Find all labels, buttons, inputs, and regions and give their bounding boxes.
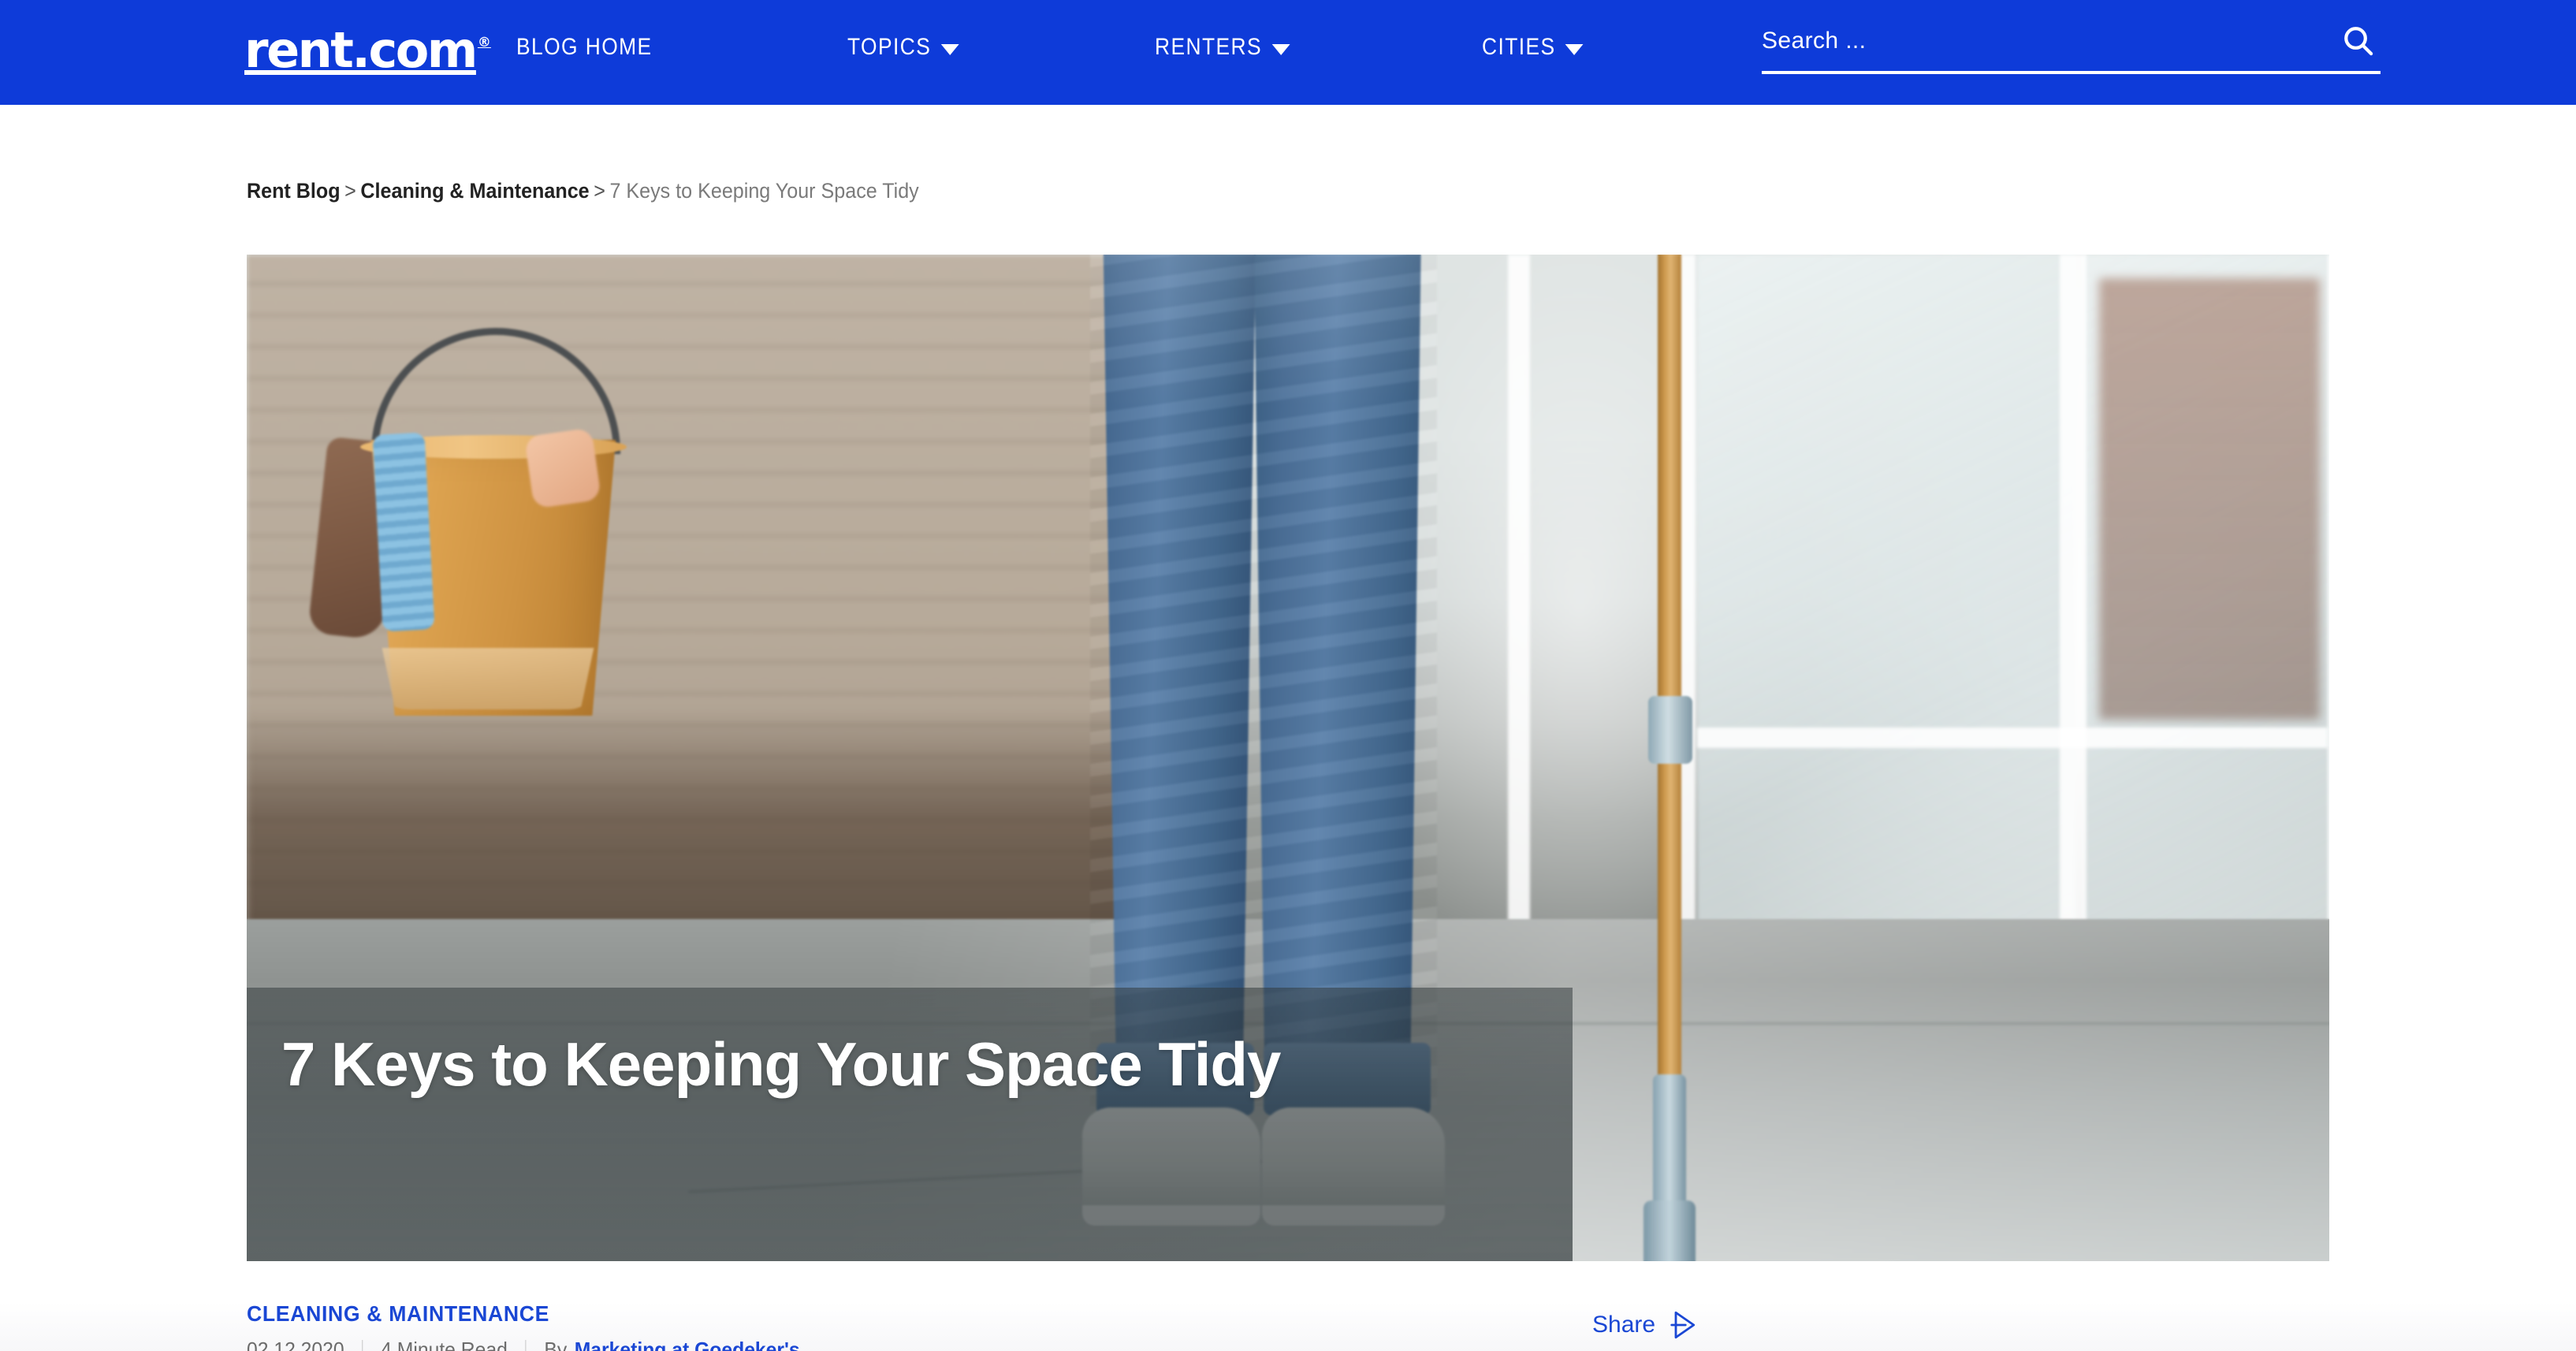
logo-registered-mark: ® (477, 35, 491, 50)
site-header: rent.com ® BLOG HOME TOPICS RENTERS CITIE… (0, 0, 2576, 105)
hero-bucket-liquid (382, 648, 594, 709)
breadcrumb-separator: > (344, 179, 356, 203)
nav-label-renters: RENTERS (1155, 34, 1263, 60)
share-button[interactable]: Share (1592, 1308, 1698, 1342)
article-read-time: 4 Minute Read (381, 1338, 508, 1351)
search-input[interactable] (1762, 20, 2282, 61)
breadcrumb-link-cleaning-maintenance[interactable]: Cleaning & Maintenance (360, 179, 589, 203)
article-category-link[interactable]: CLEANING & MAINTENANCE (247, 1301, 549, 1327)
search-field-wrapper (1762, 14, 2381, 74)
hero-leg-right (1254, 255, 1421, 1106)
chevron-down-icon (1565, 44, 1584, 55)
send-arrow-icon (1670, 1311, 1696, 1339)
page-title: 7 Keys to Keeping Your Space Tidy (281, 1029, 1281, 1099)
hero-window-brick-view (2099, 278, 2320, 720)
hero-bucket (307, 328, 669, 716)
hero-leg-left (1103, 255, 1256, 1106)
breadcrumb-current-page: 7 Keys to Keeping Your Space Tidy (609, 179, 919, 203)
hero-mop-neck (1653, 1074, 1686, 1216)
hero-cloth-peach (524, 427, 601, 509)
nav-label-cities: CITIES (1482, 34, 1556, 60)
hero-title-overlay: 7 Keys to Keeping Your Space Tidy (247, 988, 1573, 1261)
breadcrumb-separator: > (594, 179, 605, 203)
breadcrumb-link-rent-blog[interactable]: Rent Blog (247, 179, 341, 203)
hero-mop-collar (1648, 696, 1692, 764)
breadcrumb: Rent Blog > Cleaning & Maintenance >7 Keys … (247, 178, 919, 203)
page-root: rent.com ® BLOG HOME TOPICS RENTERS CITIE… (0, 0, 2576, 1351)
hero-window-mullion (1697, 728, 2328, 748)
nav-item-renters[interactable]: RENTERS (1155, 35, 1290, 59)
article-date: 02.12.2020 (247, 1338, 344, 1351)
site-logo[interactable]: rent.com ® (244, 21, 491, 79)
meta-divider (525, 1339, 527, 1351)
nav-item-topics[interactable]: TOPICS (847, 35, 959, 59)
nav-item-cities[interactable]: CITIES (1482, 35, 1584, 59)
meta-divider (362, 1339, 363, 1351)
nav-label-blog-home: BLOG HOME (516, 34, 653, 60)
nav-label-topics: TOPICS (847, 34, 932, 60)
chevron-down-icon (1271, 44, 1290, 55)
hero-banner: 7 Keys to Keeping Your Space Tidy (247, 255, 2329, 1261)
hero-mop-joint (1644, 1200, 1696, 1261)
nav-item-blog-home[interactable]: BLOG HOME (516, 35, 653, 59)
logo-wordmark: rent.com (244, 21, 478, 79)
search-submit-button[interactable] (2336, 19, 2381, 63)
share-label: Share (1592, 1312, 1656, 1338)
hero-mop-handle (1658, 255, 1681, 1086)
article-meta-line: 02.12.2020 4 Minute Read By Marketing at… (247, 1338, 800, 1351)
search-icon (2344, 27, 2373, 56)
hero-cloth-blue (372, 432, 435, 632)
article-author-link[interactable]: Marketing at Goedeker's (575, 1338, 800, 1351)
chevron-down-icon (940, 44, 959, 55)
article-byline-prefix: By (544, 1338, 568, 1351)
hero-wall-shadow (247, 707, 1226, 950)
